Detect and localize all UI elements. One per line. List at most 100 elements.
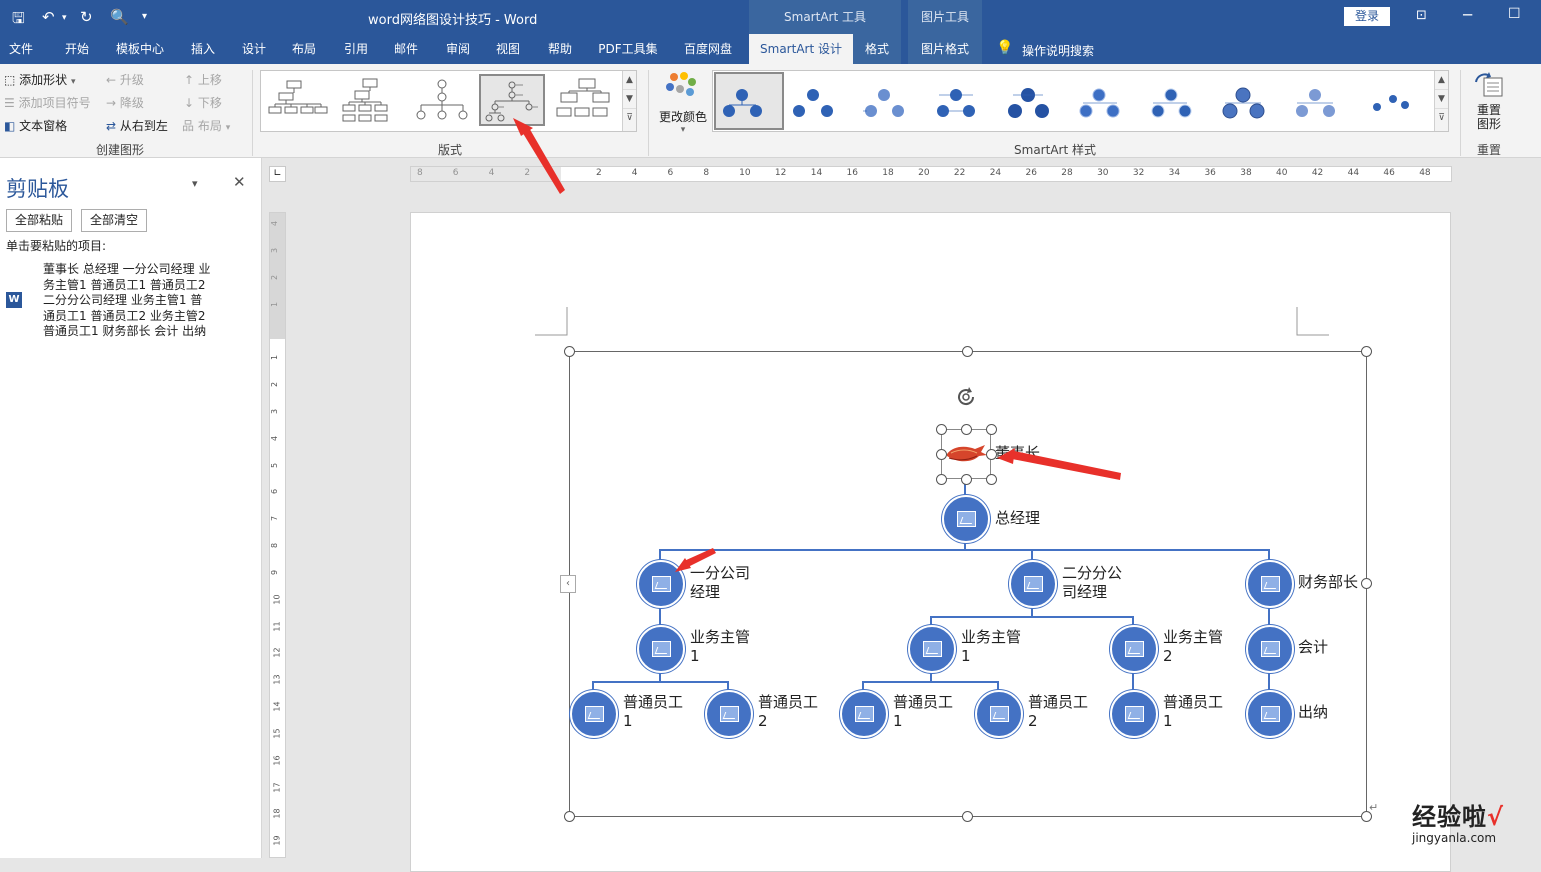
resize-handle[interactable] — [936, 449, 947, 460]
tab-template-center[interactable]: 模板中心 — [108, 34, 172, 64]
print-preview-icon[interactable]: 🔍 — [110, 8, 129, 26]
layout-button[interactable]: 品 布局 ▾ — [182, 117, 230, 134]
node-emp5-picture[interactable] — [1110, 690, 1158, 738]
node-finance-picture[interactable] — [1246, 560, 1294, 608]
tab-design[interactable]: 设计 — [232, 34, 276, 64]
tab-layout[interactable]: 布局 — [282, 34, 326, 64]
demote-button[interactable]: → 降级 — [106, 94, 144, 111]
scroll-down-icon[interactable]: ▼ — [1435, 90, 1448, 109]
node-label-branch2[interactable]: 二分分公 司经理 — [1062, 564, 1122, 602]
tab-home[interactable]: 开始 — [54, 34, 100, 64]
clear-all-button[interactable]: 全部清空 — [81, 209, 147, 232]
tab-help[interactable]: 帮助 — [538, 34, 582, 64]
text-pane-button[interactable]: ◧ 文本窗格 — [4, 117, 67, 134]
node-label-accountant[interactable]: 会计 — [1298, 638, 1328, 657]
add-bullet-button[interactable]: ☰ 添加项目符号 — [4, 94, 91, 111]
node-cashier-picture[interactable] — [1246, 690, 1294, 738]
resize-handle[interactable] — [936, 424, 947, 435]
tab-view[interactable]: 视图 — [486, 34, 530, 64]
tab-review[interactable]: 审阅 — [436, 34, 480, 64]
node-sup2b-picture[interactable] — [1110, 625, 1158, 673]
add-shape-button[interactable]: ⬚ 添加形状 ▾ — [4, 71, 76, 88]
resize-handle[interactable] — [1361, 346, 1372, 357]
vertical-ruler[interactable]: 432112345678910111213141516171819 — [269, 212, 286, 858]
node-emp1-picture[interactable] — [570, 690, 618, 738]
scroll-up-icon[interactable]: ▲ — [1435, 71, 1448, 90]
node-label-cashier[interactable]: 出纳 — [1298, 703, 1328, 722]
node-sup2a-picture[interactable] — [908, 625, 956, 673]
resize-handle[interactable] — [986, 424, 997, 435]
node-label-branch1[interactable]: 一分公司 经理 — [690, 564, 750, 602]
undo-icon[interactable]: ↶ — [42, 8, 55, 26]
scroll-down-icon[interactable]: ▼ — [623, 90, 636, 109]
tab-pdf-tools[interactable]: PDF工具集 — [592, 34, 664, 64]
node-branch1-picture[interactable] — [637, 560, 685, 608]
node-sup1-picture[interactable] — [637, 625, 685, 673]
paste-all-button[interactable]: 全部粘贴 — [6, 209, 72, 232]
right-to-left-button[interactable]: ⇄ 从右到左 — [106, 117, 168, 134]
node-label-emp1[interactable]: 普通员工 1 — [623, 693, 683, 731]
resize-handle[interactable] — [564, 811, 575, 822]
node-emp4-picture[interactable] — [975, 690, 1023, 738]
layout-thumb-circle-picture-hierarchy[interactable] — [479, 74, 545, 126]
node-label-sup2a[interactable]: 业务主管 1 — [961, 628, 1021, 666]
node-gm-picture[interactable] — [942, 495, 990, 543]
tab-file[interactable]: 文件 — [0, 34, 42, 64]
pane-options-icon[interactable]: ▾ — [192, 177, 198, 190]
close-icon[interactable]: ✕ — [233, 173, 246, 191]
resize-handle[interactable] — [961, 424, 972, 435]
change-colors-button[interactable]: 更改颜色 ▾ — [654, 70, 712, 136]
resize-handle[interactable] — [936, 474, 947, 485]
save-icon[interactable]: 🖫 — [12, 8, 25, 33]
undo-dropdown-icon[interactable]: ▾ — [62, 13, 67, 23]
resize-handle[interactable] — [1361, 578, 1372, 589]
tab-picture-format[interactable]: 图片格式 — [908, 34, 982, 64]
layouts-gallery-scroll[interactable]: ▲ ▼ ⊽ — [622, 71, 636, 131]
node-label-sup1[interactable]: 业务主管 1 — [690, 628, 750, 666]
node-label-chairman[interactable]: 董事长 — [995, 444, 1040, 463]
node-emp3-picture[interactable] — [840, 690, 888, 738]
tab-insert[interactable]: 插入 — [180, 34, 226, 64]
node-label-emp2[interactable]: 普通员工 2 — [758, 693, 818, 731]
clipboard-item[interactable]: W 董事长 总经理 一分公司经理 业 务主管1 普通员工1 普通员工2 二分分公… — [6, 262, 254, 344]
styles-gallery-scroll[interactable]: ▲ ▼ ⊽ — [1434, 71, 1448, 131]
tab-baidu-netdisk[interactable]: 百度网盘 — [674, 34, 742, 64]
minimize-icon[interactable]: ─ — [1463, 6, 1472, 24]
resize-handle[interactable] — [961, 474, 972, 485]
redo-icon[interactable]: ↻ — [80, 8, 93, 26]
layout-thumb-org-chart[interactable] — [265, 75, 331, 127]
node-label-sup2b[interactable]: 业务主管 2 — [1163, 628, 1223, 666]
customize-toolbar-icon[interactable]: ▾ — [142, 11, 147, 22]
node-branch2-picture[interactable] — [1009, 560, 1057, 608]
node-label-emp3[interactable]: 普通员工 1 — [893, 693, 953, 731]
scroll-up-icon[interactable]: ▲ — [623, 71, 636, 90]
maximize-icon[interactable]: ☐ — [1508, 6, 1521, 22]
crayfish-picture[interactable] — [943, 440, 989, 466]
gallery-expand-icon[interactable]: ⊽ — [1435, 109, 1448, 128]
layout-thumb-name-title-org[interactable] — [337, 75, 403, 127]
tab-mailings[interactable]: 邮件 — [384, 34, 428, 64]
resize-handle[interactable] — [962, 346, 973, 357]
rotate-handle-icon[interactable] — [954, 385, 978, 409]
tab-references[interactable]: 引用 — [334, 34, 378, 64]
resize-handle[interactable] — [962, 811, 973, 822]
layout-thumb-half-circle-org[interactable] — [409, 75, 475, 127]
tell-me-search[interactable]: 操作说明搜索 — [1022, 42, 1094, 59]
node-label-finance[interactable]: 财务部长 — [1298, 573, 1358, 592]
move-up-button[interactable]: ↑ 上移 — [184, 71, 222, 88]
node-label-emp5[interactable]: 普通员工 1 — [1163, 693, 1223, 731]
gallery-expand-icon[interactable]: ⊽ — [623, 109, 636, 128]
reset-graphic-button[interactable]: 重置图形 — [1466, 70, 1512, 136]
promote-button[interactable]: ← 升级 — [106, 71, 144, 88]
document-page[interactable]: ‹ 董事长 总经理 一分公司 经理 二分分公 司经理 财务部长 业务主管 1 业务主管… — [410, 212, 1451, 872]
node-emp2-picture[interactable] — [705, 690, 753, 738]
move-down-button[interactable]: ↓ 下移 — [184, 94, 222, 111]
tab-smartart-design[interactable]: SmartArt 设计 — [749, 34, 853, 64]
node-label-gm[interactable]: 总经理 — [995, 509, 1040, 528]
tab-format[interactable]: 格式 — [853, 34, 901, 64]
ribbon-display-icon[interactable]: ⊡ — [1416, 8, 1427, 23]
node-accountant-picture[interactable] — [1246, 625, 1294, 673]
resize-handle[interactable] — [564, 346, 575, 357]
horizontal-ruler[interactable]: 8642246810121416182022242628303234363840… — [410, 166, 1452, 182]
resize-handle[interactable] — [986, 474, 997, 485]
